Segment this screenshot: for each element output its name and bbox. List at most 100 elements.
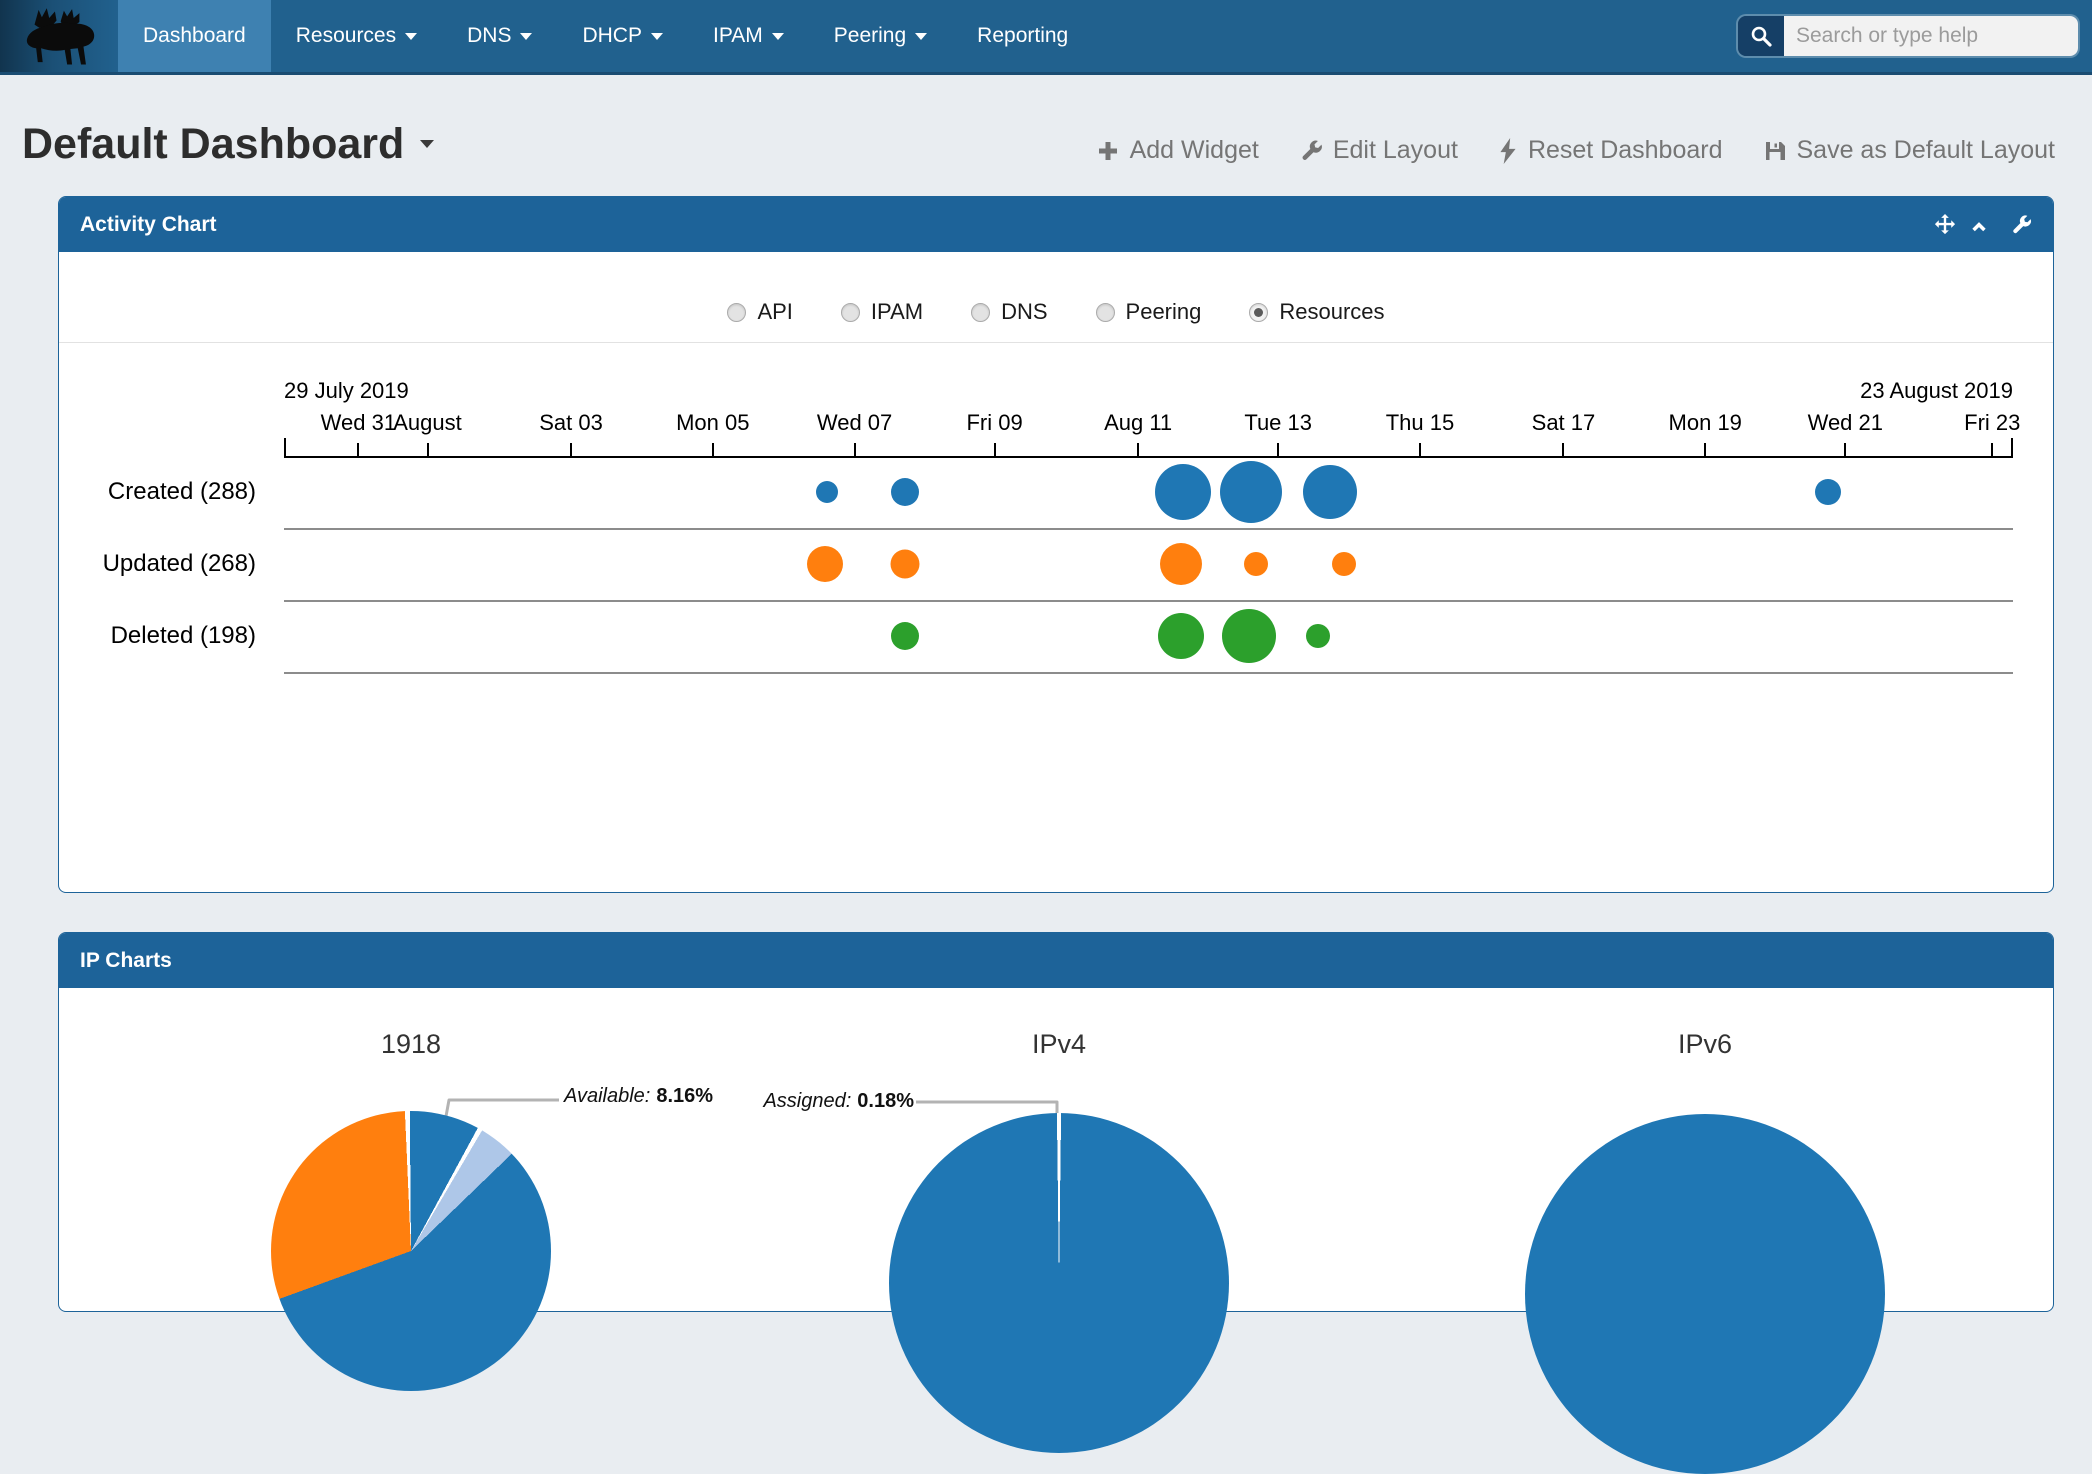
chevron-down-icon	[915, 33, 927, 40]
top-navbar: Dashboard Resources DNS DHCP IPAM Peerin…	[0, 0, 2092, 75]
chevron-down-icon	[520, 33, 532, 40]
axis-tick-mark	[427, 443, 429, 456]
axis-tick-mark	[854, 443, 856, 456]
brand-logo[interactable]	[0, 0, 118, 72]
axis-tick-mark	[994, 443, 996, 456]
axis-tick-mark	[1991, 443, 1993, 456]
row-baseline	[284, 528, 2013, 530]
chevron-down-icon	[651, 33, 663, 40]
nav-item-dns[interactable]: DNS	[442, 0, 557, 72]
axis-range-start: 29 July 2019	[284, 378, 409, 404]
axis-tick-mark	[1419, 443, 1421, 456]
pie-ipv6	[1525, 1114, 1885, 1474]
wrench-icon	[1299, 139, 1323, 163]
bolt-icon	[1498, 138, 1518, 164]
search-icon	[1749, 24, 1773, 48]
updated-bubble	[807, 546, 843, 582]
axis-endcap	[2011, 438, 2013, 458]
deleted-bubble	[1158, 613, 1204, 659]
axis-tick-label: Sat 17	[1532, 410, 1596, 436]
axis-tick-mark	[1137, 443, 1139, 456]
axis-tick-mark	[712, 443, 714, 456]
nav-item-dhcp[interactable]: DHCP	[557, 0, 688, 72]
pie-title-ipv6: IPv6	[1555, 1029, 1855, 1060]
nav-item-resources[interactable]: Resources	[271, 0, 442, 72]
created-bubble	[1155, 464, 1211, 520]
updated-bubble	[1160, 543, 1202, 585]
pie-title-1918: 1918	[261, 1029, 561, 1060]
activity-panel-title: Activity Chart	[80, 213, 217, 237]
axis-range-end: 23 August 2019	[1860, 378, 2013, 404]
axis-tick-label: August	[393, 410, 462, 436]
created-bubble	[816, 481, 838, 503]
axis-tick-mark	[357, 443, 359, 456]
deleted-bubble	[1222, 609, 1276, 663]
axis-tick-label: Tue 13	[1244, 410, 1312, 436]
chevron-down-icon	[405, 33, 417, 40]
created-bubble	[1303, 465, 1357, 519]
pie-title-ipv4: IPv4	[909, 1029, 1209, 1060]
pie-ipv4	[889, 1113, 1229, 1453]
dashboard-title-text: Default Dashboard	[22, 120, 404, 168]
nav-item-peering[interactable]: Peering	[809, 0, 952, 72]
row-label-created: Created (288)	[66, 478, 256, 506]
nav-item-reporting[interactable]: Reporting	[952, 0, 1093, 72]
deleted-bubble	[1306, 624, 1330, 648]
nav-item-dashboard[interactable]: Dashboard	[118, 0, 271, 72]
updated-bubble	[890, 550, 919, 579]
row-baseline	[284, 600, 2013, 602]
activity-chart-panel: Activity Chart API IPAM DNS Peering Reso…	[58, 196, 2054, 893]
ip-panel-header: IP Charts	[59, 933, 2053, 988]
title-chevron-down-icon	[420, 140, 434, 148]
axis-tick-label: Thu 15	[1386, 410, 1455, 436]
chevron-down-icon	[772, 33, 784, 40]
reset-dashboard-button[interactable]: Reset Dashboard	[1498, 136, 1723, 165]
axis-tick-label: Wed 07	[817, 410, 892, 436]
axis-endcap	[284, 438, 286, 458]
created-bubble	[1220, 461, 1282, 523]
axis-tick-label: Mon 19	[1669, 410, 1742, 436]
row-baseline	[284, 672, 2013, 674]
activity-bubble-chart: 29 July 2019 23 August 2019 Wed 31 Augus…	[284, 302, 2013, 602]
axis-tick-label: Aug 11	[1104, 410, 1172, 436]
axis-tick-mark	[1844, 443, 1846, 456]
move-icon[interactable]	[1934, 214, 1956, 236]
collapse-chevron-up-icon[interactable]	[1969, 215, 1989, 235]
dashboard-actions: Add Widget Edit Layout Reset Dashboard S…	[1096, 136, 2055, 165]
save-as-default-layout-button[interactable]: Save as Default Layout	[1763, 136, 2056, 165]
search-input[interactable]	[1784, 16, 2078, 56]
row-label-deleted: Deleted (198)	[66, 622, 256, 650]
activity-panel-header: Activity Chart	[59, 197, 2053, 252]
pie-1918	[271, 1111, 551, 1391]
axis-tick-mark	[1277, 443, 1279, 456]
save-icon	[1763, 139, 1787, 163]
moose-logo-icon	[13, 5, 105, 67]
edit-layout-button[interactable]: Edit Layout	[1299, 136, 1458, 165]
nav-items: Dashboard Resources DNS DHCP IPAM Peerin…	[118, 0, 1093, 72]
updated-bubble	[1332, 552, 1356, 576]
x-axis	[284, 456, 2013, 458]
dashboard-title[interactable]: Default Dashboard	[22, 120, 434, 169]
axis-tick-mark	[1704, 443, 1706, 456]
axis-tick-label: Fri 09	[966, 410, 1022, 436]
ip-panel-title: IP Charts	[80, 949, 172, 973]
global-search	[1738, 16, 2078, 56]
nav-item-ipam[interactable]: IPAM	[688, 0, 809, 72]
axis-tick-label: Wed 21	[1808, 410, 1883, 436]
deleted-bubble	[891, 622, 919, 650]
axis-tick-label: Wed 31	[321, 410, 396, 436]
panel-tools	[1934, 214, 2032, 236]
axis-tick-label: Mon 05	[676, 410, 749, 436]
axis-tick-label: Sat 03	[539, 410, 603, 436]
callout-assigned: Assigned:0.18%	[759, 1090, 914, 1113]
settings-wrench-icon[interactable]	[2010, 214, 2032, 236]
created-bubble	[891, 478, 919, 506]
search-button[interactable]	[1738, 16, 1784, 56]
axis-tick-label: Fri 23	[1964, 410, 2020, 436]
add-widget-button[interactable]: Add Widget	[1096, 136, 1259, 165]
updated-bubble	[1244, 552, 1268, 576]
axis-tick-mark	[1562, 443, 1564, 456]
row-label-updated: Updated (268)	[66, 550, 256, 578]
plus-icon	[1096, 139, 1120, 163]
ip-charts-panel: IP Charts 1918 IPv4 IPv6 Available:8.16%…	[58, 932, 2054, 1312]
